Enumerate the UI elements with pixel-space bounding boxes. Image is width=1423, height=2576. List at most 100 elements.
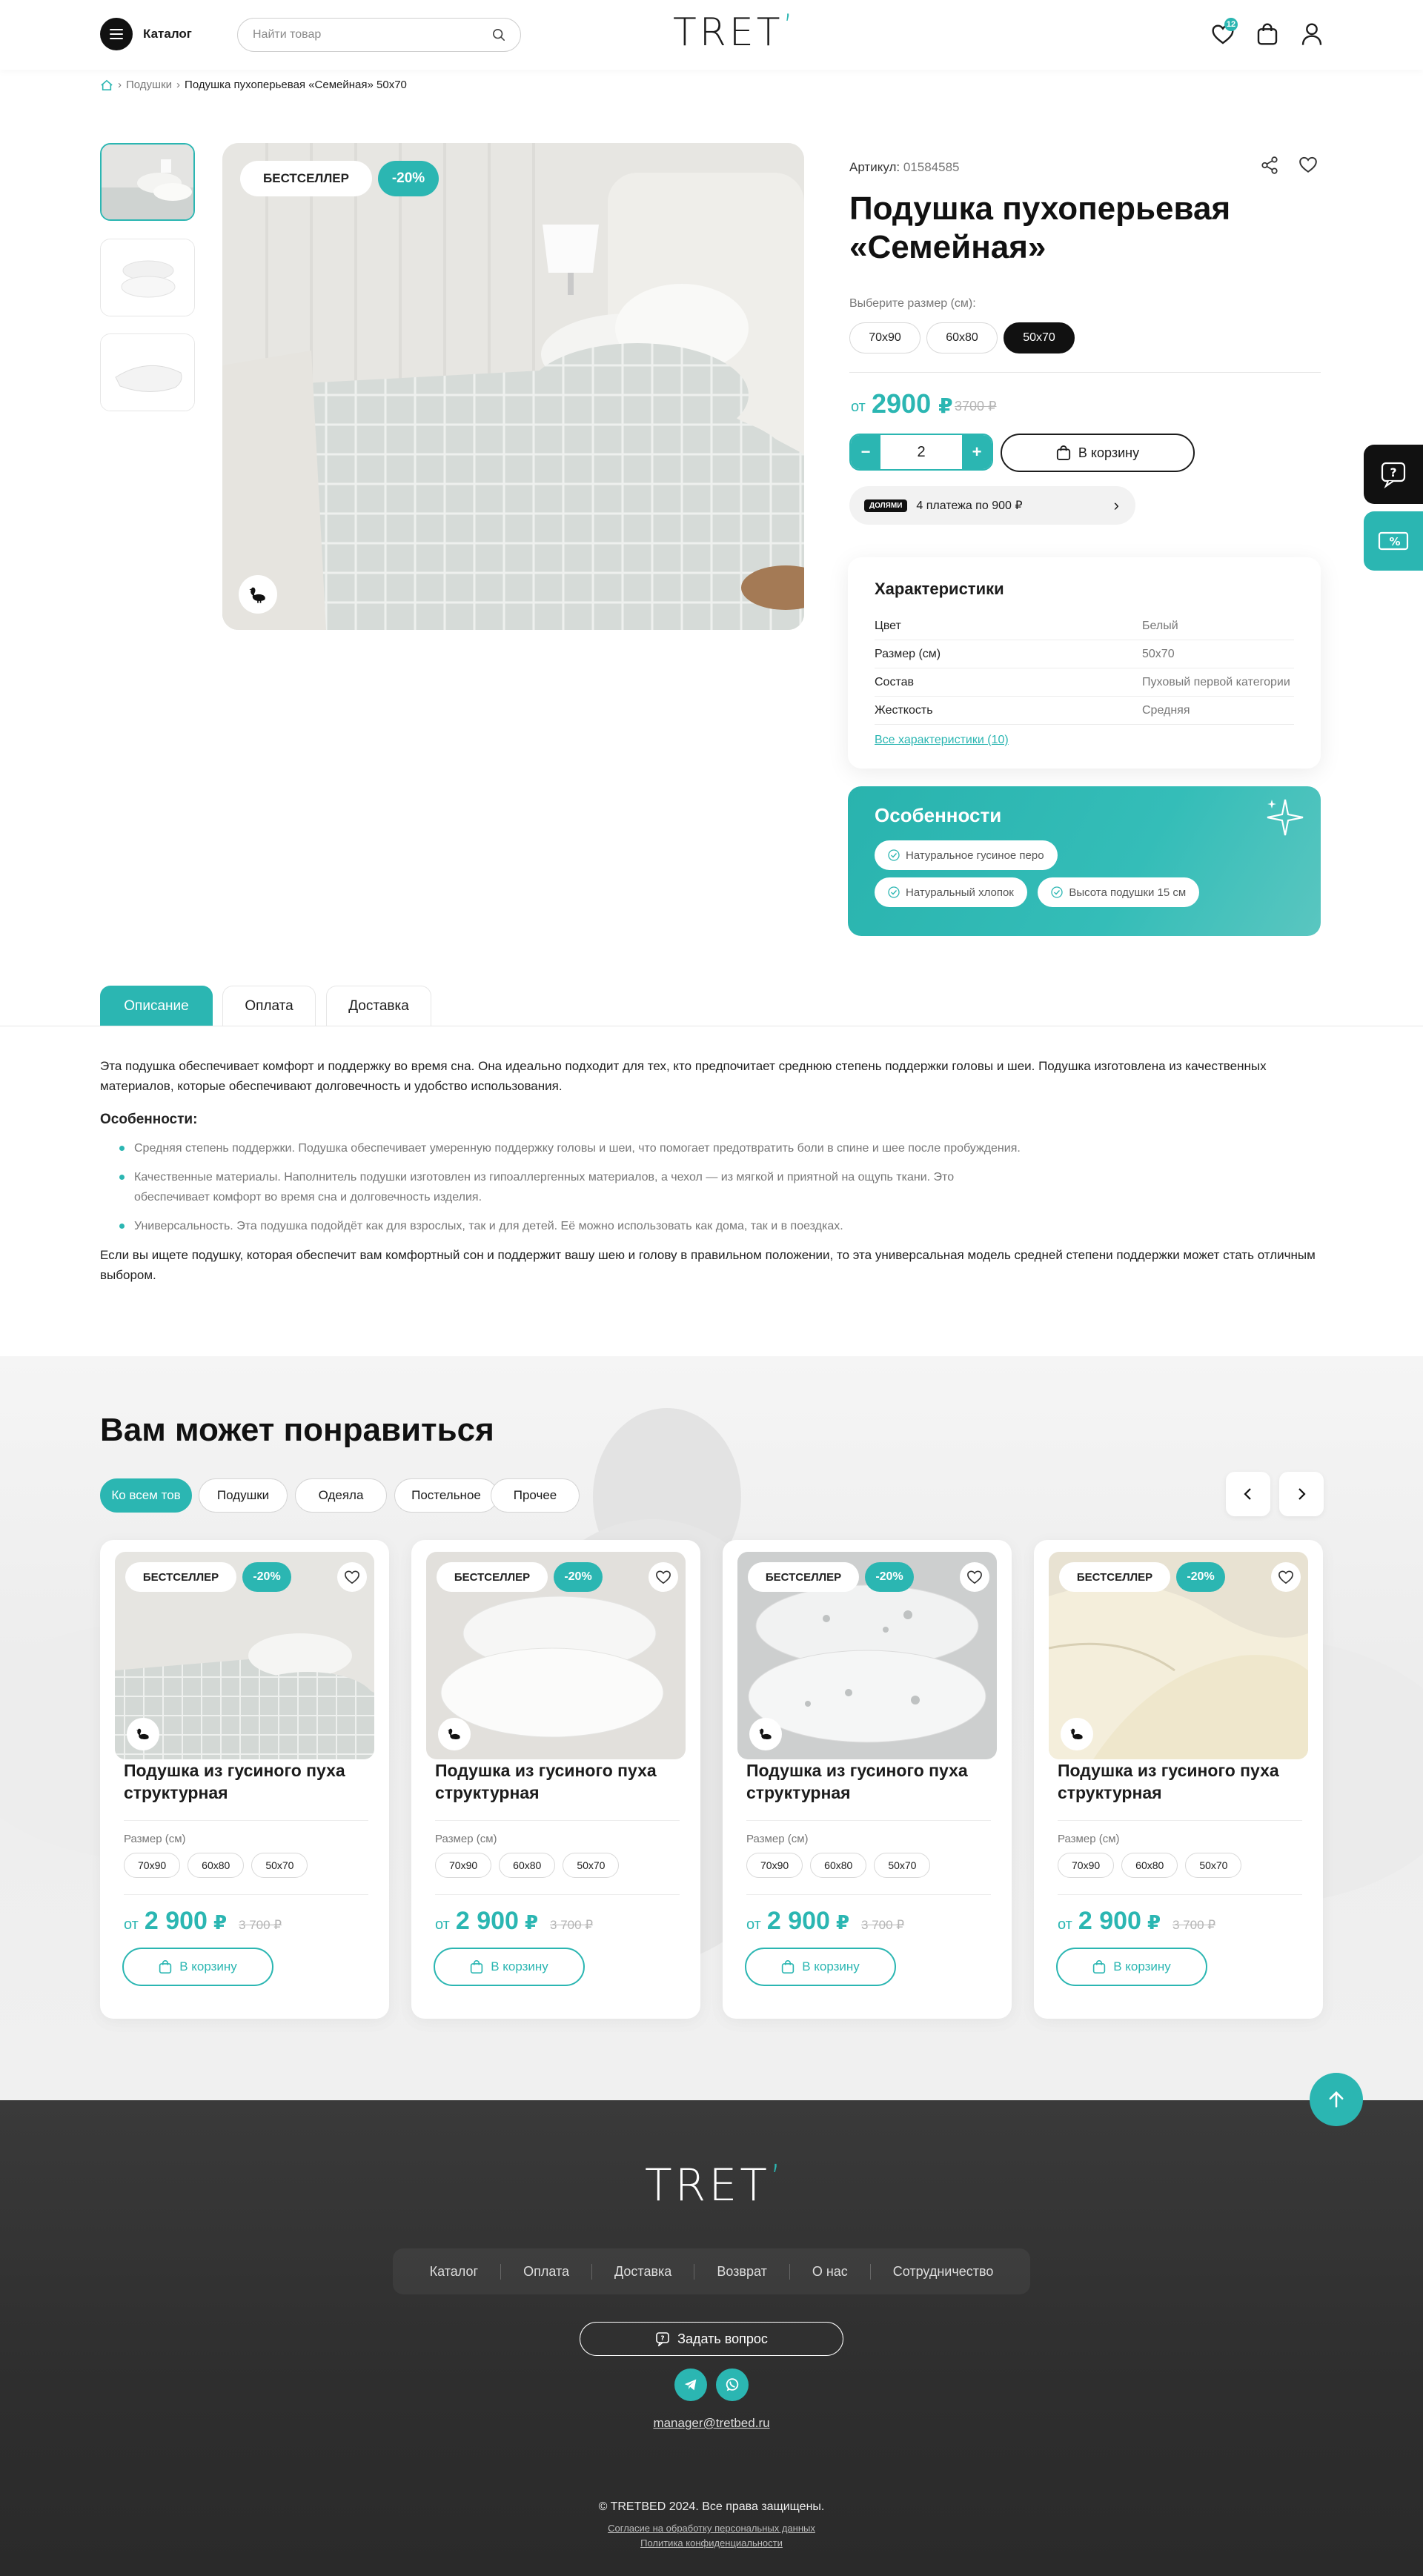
size-option[interactable]: 70х90 [435, 1853, 492, 1878]
product-card-price: от 2 900 ₽3 700 ₽ [746, 1907, 904, 1936]
ask-question-side-button[interactable]: ? [1364, 445, 1423, 504]
pillow-thumbnail-image [101, 334, 194, 411]
shopping-bag-icon [1056, 445, 1071, 460]
size-option-60x80[interactable]: 60х80 [926, 322, 998, 353]
qty-minus-button[interactable]: − [851, 435, 880, 469]
add-to-cart-button[interactable]: В корзину [745, 1948, 896, 1986]
favorite-heart-button[interactable] [1271, 1562, 1301, 1592]
product-card[interactable]: БЕСТСЕЛЛЕР -20% Подушка из гусиного пуха… [723, 1540, 1012, 2019]
char-key: Цвет [875, 620, 901, 632]
add-to-cart-label: В корзину [179, 1959, 237, 1974]
size-option-70x90[interactable]: 70х90 [849, 322, 921, 353]
product-title: Подушка пухоперьевая «Семейная» [849, 190, 1231, 265]
telegram-button[interactable] [674, 2368, 707, 2401]
filter-all[interactable]: Ко всем тов [100, 1478, 192, 1513]
old-price: 3 700 ₽ [1172, 1918, 1216, 1932]
qty-plus-button[interactable]: + [962, 435, 992, 469]
size-option[interactable]: 60х80 [810, 1853, 867, 1878]
product-card[interactable]: БЕСТСЕЛЛЕР -20% Подушка из гусиного пуха… [1034, 1540, 1323, 2019]
price-currency: ₽ [938, 394, 953, 417]
footer-nav-catalog[interactable]: Каталог [408, 2263, 502, 2280]
cart-button[interactable] [1251, 18, 1284, 50]
favorites-button[interactable]: 12 [1207, 18, 1239, 50]
features-title: Особенности [875, 804, 1002, 826]
size-option[interactable]: 70х90 [746, 1853, 803, 1878]
gallery-thumbnail-2[interactable] [100, 239, 195, 316]
footer-nav-return[interactable]: Возврат [694, 2263, 790, 2280]
tab-delivery[interactable]: Доставка [326, 986, 431, 1026]
favorite-heart-button[interactable] [649, 1562, 678, 1592]
gallery-thumbnail-1[interactable] [100, 143, 195, 221]
logo-accent: ʼ [769, 2157, 785, 2199]
carousel-prev-button[interactable] [1226, 1472, 1270, 1516]
price-from-label: от [435, 1916, 450, 1933]
product-main-image: БЕСТСЕЛЛЕР -20% [222, 143, 804, 630]
add-to-cart-button[interactable]: В корзину [1056, 1948, 1207, 1986]
telegram-icon [684, 2379, 697, 2391]
share-icon[interactable] [1260, 156, 1281, 176]
size-option[interactable]: 50х70 [874, 1853, 931, 1878]
all-characteristics-link[interactable]: Все характеристики (10) [875, 734, 1009, 747]
privacy-link[interactable]: Политика конфиденциальности [0, 2537, 1423, 2549]
scroll-to-top-button[interactable] [1310, 2073, 1363, 2126]
size-option[interactable]: 60х80 [188, 1853, 245, 1878]
filter-blankets[interactable]: Одеяла [295, 1478, 387, 1513]
product-card-title[interactable]: Подушка из гусиного пуха структурная [746, 1759, 991, 1804]
size-option[interactable]: 50х70 [563, 1853, 620, 1878]
footer-logo[interactable]: TRETʼ [645, 2157, 785, 2211]
heart-icon [967, 1570, 982, 1584]
svg-text:?: ? [660, 2335, 664, 2343]
size-option[interactable]: 60х80 [499, 1853, 556, 1878]
size-option[interactable]: 70х90 [1058, 1853, 1115, 1878]
char-row: Размер (см) 50х70 [875, 640, 1294, 668]
svg-text:?: ? [1390, 465, 1396, 479]
tab-payment[interactable]: Оплата [222, 986, 316, 1026]
account-button[interactable] [1296, 18, 1328, 50]
footer-nav-delivery[interactable]: Доставка [592, 2263, 695, 2280]
tab-description[interactable]: Описание [100, 986, 213, 1026]
qty-value[interactable]: 2 [880, 444, 962, 461]
ask-question-button[interactable]: ? Задать вопрос [580, 2322, 843, 2356]
carousel-next-button[interactable] [1279, 1472, 1324, 1516]
discount-badge: -20% [554, 1562, 603, 1592]
add-to-favorites-icon[interactable] [1298, 156, 1319, 176]
gallery-thumbnail-3[interactable] [100, 333, 195, 411]
discount-side-button[interactable]: % [1364, 511, 1423, 571]
filter-other[interactable]: Прочее [491, 1478, 580, 1513]
product-card[interactable]: БЕСТСЕЛЛЕР -20% Подушка из гусиного пуха… [100, 1540, 389, 2019]
site-footer: TRETʼ Каталог Оплата Доставка Возврат О … [0, 2100, 1423, 2576]
home-icon[interactable] [100, 79, 113, 91]
breadcrumb-parent[interactable]: Подушки [126, 79, 172, 91]
size-option-50x70[interactable]: 50х70 [1004, 322, 1075, 353]
footer-email-link[interactable]: manager@tretbed.ru [0, 2416, 1423, 2431]
search-icon[interactable] [492, 28, 505, 42]
installment-banner[interactable]: ДОЛЯМИ 4 платежа по 900 ₽ › [849, 486, 1135, 525]
filter-bedding[interactable]: Постельное [394, 1478, 498, 1513]
size-option[interactable]: 60х80 [1121, 1853, 1178, 1878]
product-card-title[interactable]: Подушка из гусиного пуха структурная [124, 1759, 368, 1804]
footer-nav-partnership[interactable]: Сотрудничество [871, 2264, 1016, 2280]
list-item: Средняя степень поддержки. Подушка обесп… [119, 1138, 1323, 1158]
arrow-up-icon [1329, 2091, 1344, 2108]
add-to-cart-button[interactable]: В корзину [122, 1948, 273, 1986]
add-to-cart-button[interactable]: В корзину [1001, 434, 1195, 472]
consent-link[interactable]: Согласие на обработку персональных данны… [0, 2523, 1423, 2534]
footer-nav-about[interactable]: О нас [790, 2263, 871, 2280]
add-to-cart-button[interactable]: В корзину [434, 1948, 585, 1986]
favorite-heart-button[interactable] [960, 1562, 989, 1592]
size-option[interactable]: 70х90 [124, 1853, 181, 1878]
heart-icon [1278, 1570, 1293, 1584]
size-option[interactable]: 50х70 [1185, 1853, 1242, 1878]
product-card[interactable]: БЕСТСЕЛЛЕР -20% Подушка из гусиного пуха… [411, 1540, 700, 2019]
footer-nav-payment[interactable]: Оплата [501, 2263, 592, 2280]
whatsapp-button[interactable] [716, 2368, 749, 2401]
filter-pillows[interactable]: Подушки [199, 1478, 288, 1513]
site-logo[interactable]: TRETʼ [673, 7, 796, 55]
favorite-heart-button[interactable] [337, 1562, 367, 1592]
product-card-title[interactable]: Подушка из гусиного пуха структурная [435, 1759, 680, 1804]
search-input[interactable] [253, 28, 492, 42]
product-card-title[interactable]: Подушка из гусиного пуха структурная [1058, 1759, 1302, 1804]
bestseller-badge: БЕСТСЕЛЛЕР [240, 161, 372, 196]
size-option[interactable]: 50х70 [251, 1853, 308, 1878]
catalog-button[interactable]: Каталог [100, 18, 192, 50]
